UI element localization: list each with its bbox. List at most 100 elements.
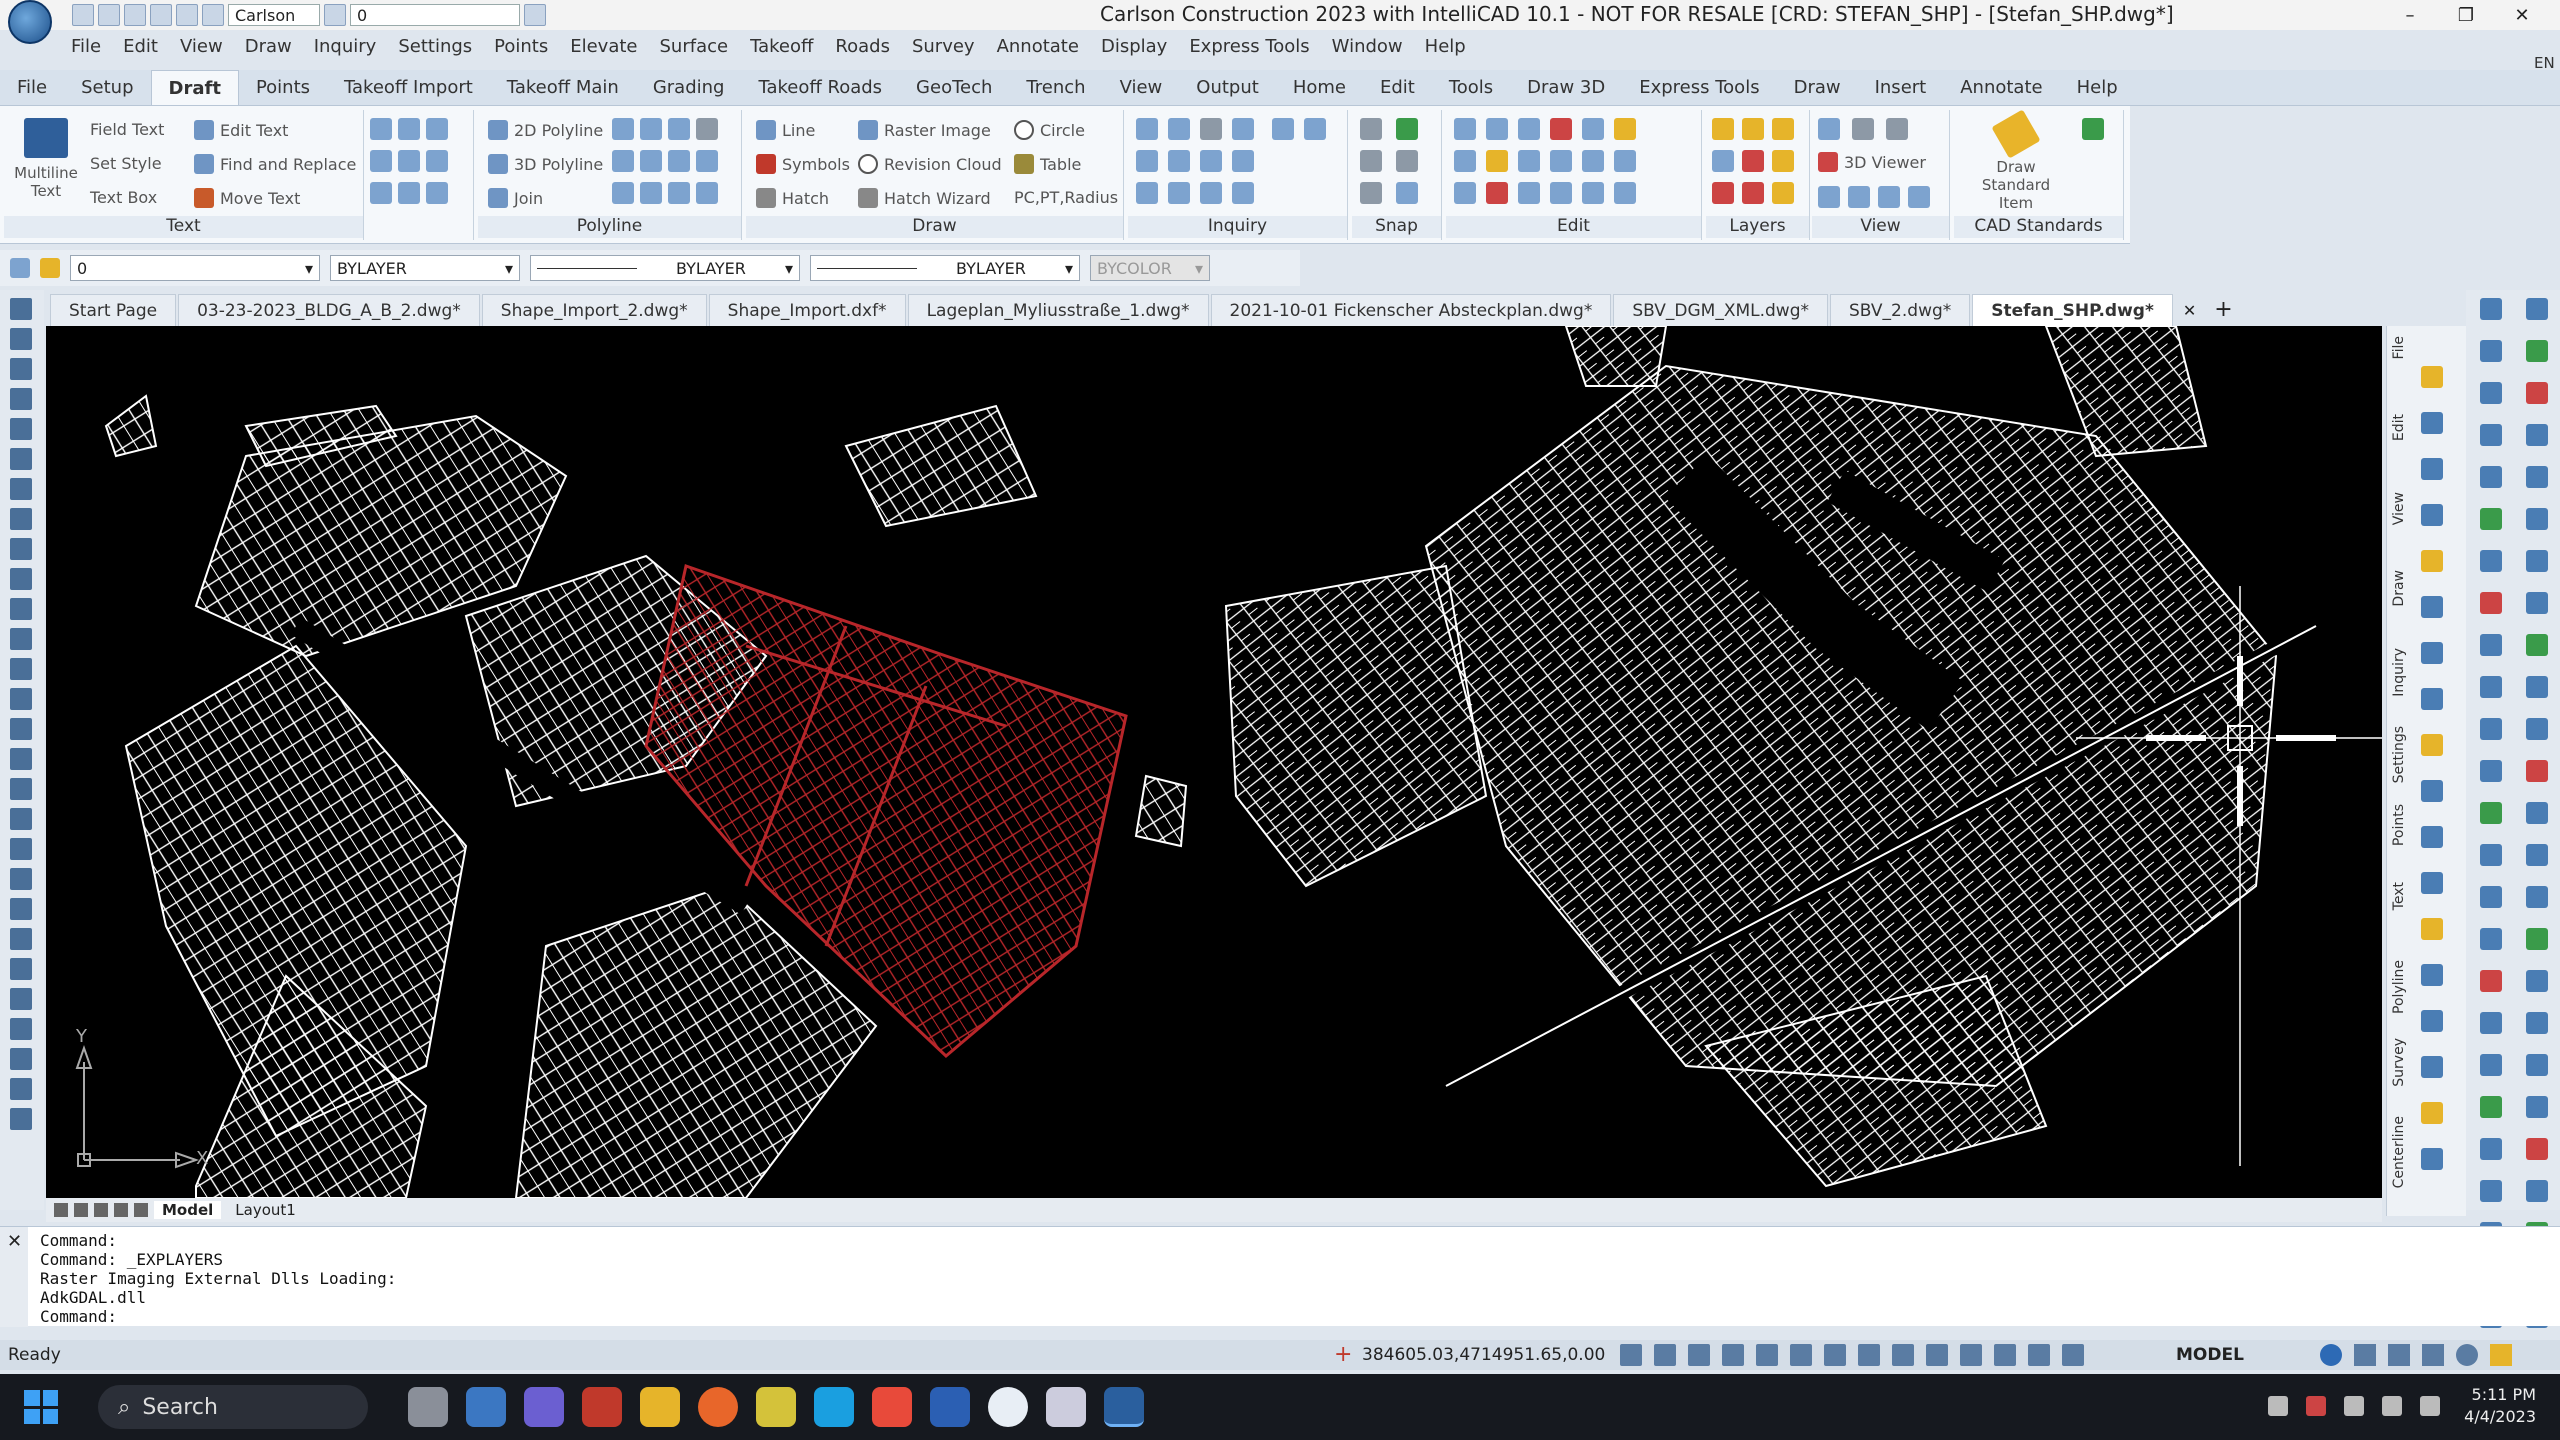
dock-tool-8-icon[interactable] — [2421, 688, 2443, 710]
new-file-icon[interactable] — [72, 4, 94, 26]
left-tool-12-icon[interactable] — [10, 628, 32, 650]
next-layout-icon[interactable] — [94, 1203, 108, 1217]
dock-tool-5-icon[interactable] — [2421, 550, 2443, 572]
text-leader-icon[interactable] — [370, 182, 392, 204]
polar-toggle-icon[interactable] — [1790, 1344, 1812, 1366]
snap-settings-icon[interactable] — [1396, 182, 1418, 204]
join-button[interactable]: Join — [488, 188, 543, 208]
set-style-button[interactable]: Set Style — [90, 154, 162, 173]
menu-roads[interactable]: Roads — [824, 32, 901, 62]
menu-takeoff[interactable]: Takeoff — [739, 32, 824, 62]
dock-tab-draw[interactable]: Draw — [2391, 570, 2413, 607]
chevron-up-icon[interactable] — [2268, 1396, 2288, 1416]
inquiry-tool-10-icon[interactable] — [1168, 182, 1190, 204]
menu-express-tools[interactable]: Express Tools — [1178, 32, 1320, 62]
right-tool-36-icon[interactable] — [2526, 1012, 2548, 1034]
layer-control-icon[interactable] — [1712, 118, 1734, 140]
right-tool-34-icon[interactable] — [2526, 970, 2548, 992]
ribbon-tab-points[interactable]: Points — [239, 70, 327, 105]
menu-survey[interactable]: Survey — [901, 32, 986, 62]
dock-tab-inquiry[interactable]: Inquiry — [2391, 648, 2413, 697]
dock-tab-survey[interactable]: Survey — [2391, 1038, 2413, 1087]
left-tool-25-icon[interactable] — [10, 1018, 32, 1040]
profile-select[interactable]: Carlson — [228, 4, 320, 26]
dock-tool-17-icon[interactable] — [2421, 1102, 2443, 1124]
file-explorer-icon[interactable] — [640, 1387, 680, 1427]
inquiry-tool-9-icon[interactable] — [1136, 182, 1158, 204]
snap-filter-icon[interactable] — [1396, 118, 1418, 140]
dock-tool-18-icon[interactable] — [2421, 1148, 2443, 1170]
left-tool-19-icon[interactable] — [10, 838, 32, 860]
ribbon-tab-file[interactable]: File — [0, 70, 64, 105]
dock-tool-6-icon[interactable] — [2421, 596, 2443, 618]
doc-tab-sbv-dgm-xml-dwg[interactable]: SBV_DGM_XML.dwg* — [1613, 294, 1828, 326]
open-file-icon[interactable] — [98, 4, 120, 26]
prev-layout-icon[interactable] — [74, 1203, 88, 1217]
left-tool-1-icon[interactable] — [10, 298, 32, 320]
model-space-toggle[interactable]: MODEL — [2176, 1345, 2244, 1365]
gear-icon[interactable] — [2320, 1344, 2342, 1366]
carlson-taskbar-icon[interactable] — [1104, 1387, 1144, 1427]
measure-icon[interactable] — [1272, 118, 1294, 140]
ribbon-tab-draw[interactable]: Draw — [1777, 70, 1858, 105]
regen-icon[interactable] — [1886, 118, 1908, 140]
left-tool-23-icon[interactable] — [10, 958, 32, 980]
doc-tab-03-23-2023-bldg-a-b-2-dwg[interactable]: 03-23-2023_BLDG_A_B_2.dwg* — [178, 294, 480, 326]
tpy-toggle-icon[interactable] — [1994, 1344, 2016, 1366]
settings-icon[interactable] — [524, 4, 546, 26]
dock-tool-10-icon[interactable] — [2421, 780, 2443, 802]
right-tool-39-icon[interactable] — [2480, 1096, 2502, 1118]
dock-tool-3-icon[interactable] — [2421, 458, 2443, 480]
inquiry-tool-2-icon[interactable] — [1168, 118, 1190, 140]
copy-icon[interactable] — [1486, 118, 1508, 140]
text-style-icon[interactable] — [370, 118, 392, 140]
left-tool-7-icon[interactable] — [10, 478, 32, 500]
raster-image-button[interactable]: Raster Image — [858, 120, 991, 140]
layer-lock-icon[interactable] — [1742, 150, 1764, 172]
skype-icon[interactable] — [814, 1387, 854, 1427]
draw-standard-item-button[interactable]: Draw Standard Item — [1966, 109, 2066, 212]
lengthen-icon[interactable] — [1550, 182, 1572, 204]
right-tool-5-icon[interactable] — [2480, 382, 2502, 404]
left-tool-20-icon[interactable] — [10, 868, 32, 890]
speaker-icon[interactable] — [2382, 1396, 2402, 1416]
ribbon-tab-takeoff-main[interactable]: Takeoff Main — [490, 70, 636, 105]
tab-model[interactable]: Model — [154, 1201, 222, 1219]
app-logo-icon[interactable] — [8, 0, 52, 44]
right-tool-17-icon[interactable] — [2480, 634, 2502, 656]
add-layout-icon[interactable] — [134, 1203, 148, 1217]
otrack-toggle-icon[interactable] — [1858, 1344, 1880, 1366]
teams-icon[interactable] — [524, 1387, 564, 1427]
left-tool-6-icon[interactable] — [10, 448, 32, 470]
grid-toggle-icon[interactable] — [1654, 1344, 1676, 1366]
extend-icon[interactable] — [1582, 150, 1604, 172]
inquiry-tool-6-icon[interactable] — [1168, 150, 1190, 172]
menu-view[interactable]: View — [169, 32, 234, 62]
left-tool-2-icon[interactable] — [10, 328, 32, 350]
left-tool-5-icon[interactable] — [10, 418, 32, 440]
polyline-tool-5-icon[interactable] — [612, 150, 634, 172]
dock-tab-centerline[interactable]: Centerline — [2391, 1116, 2413, 1188]
dock-tab-settings[interactable]: Settings — [2391, 726, 2413, 783]
right-tool-30-icon[interactable] — [2526, 886, 2548, 908]
ducs-toggle-icon[interactable] — [1926, 1344, 1948, 1366]
text-align-icon[interactable] — [370, 150, 392, 172]
inquiry-tool-4-icon[interactable] — [1232, 118, 1254, 140]
right-tool-2-icon[interactable] — [2526, 298, 2548, 320]
dock-tab-file[interactable]: File — [2391, 336, 2413, 359]
ribbon-tab-grading[interactable]: Grading — [636, 70, 742, 105]
right-tool-33-icon[interactable] — [2480, 970, 2502, 992]
clock[interactable]: 5:11 PM 4/4/2023 — [2464, 1384, 2536, 1428]
right-tool-24-icon[interactable] — [2526, 760, 2548, 782]
inquiry-tool-7-icon[interactable] — [1200, 150, 1222, 172]
menu-surface[interactable]: Surface — [649, 32, 740, 62]
ribbon-tab-output[interactable]: Output — [1179, 70, 1276, 105]
menu-help[interactable]: Help — [1414, 32, 1477, 62]
text-rotate-icon[interactable] — [398, 182, 420, 204]
layer-walk-icon[interactable] — [1712, 182, 1734, 204]
polyline-tool-11-icon[interactable] — [668, 182, 690, 204]
line-button[interactable]: Line — [756, 120, 815, 140]
right-tool-16-icon[interactable] — [2526, 592, 2548, 614]
minimize-button[interactable]: – — [2382, 0, 2438, 30]
right-tool-7-icon[interactable] — [2480, 424, 2502, 446]
